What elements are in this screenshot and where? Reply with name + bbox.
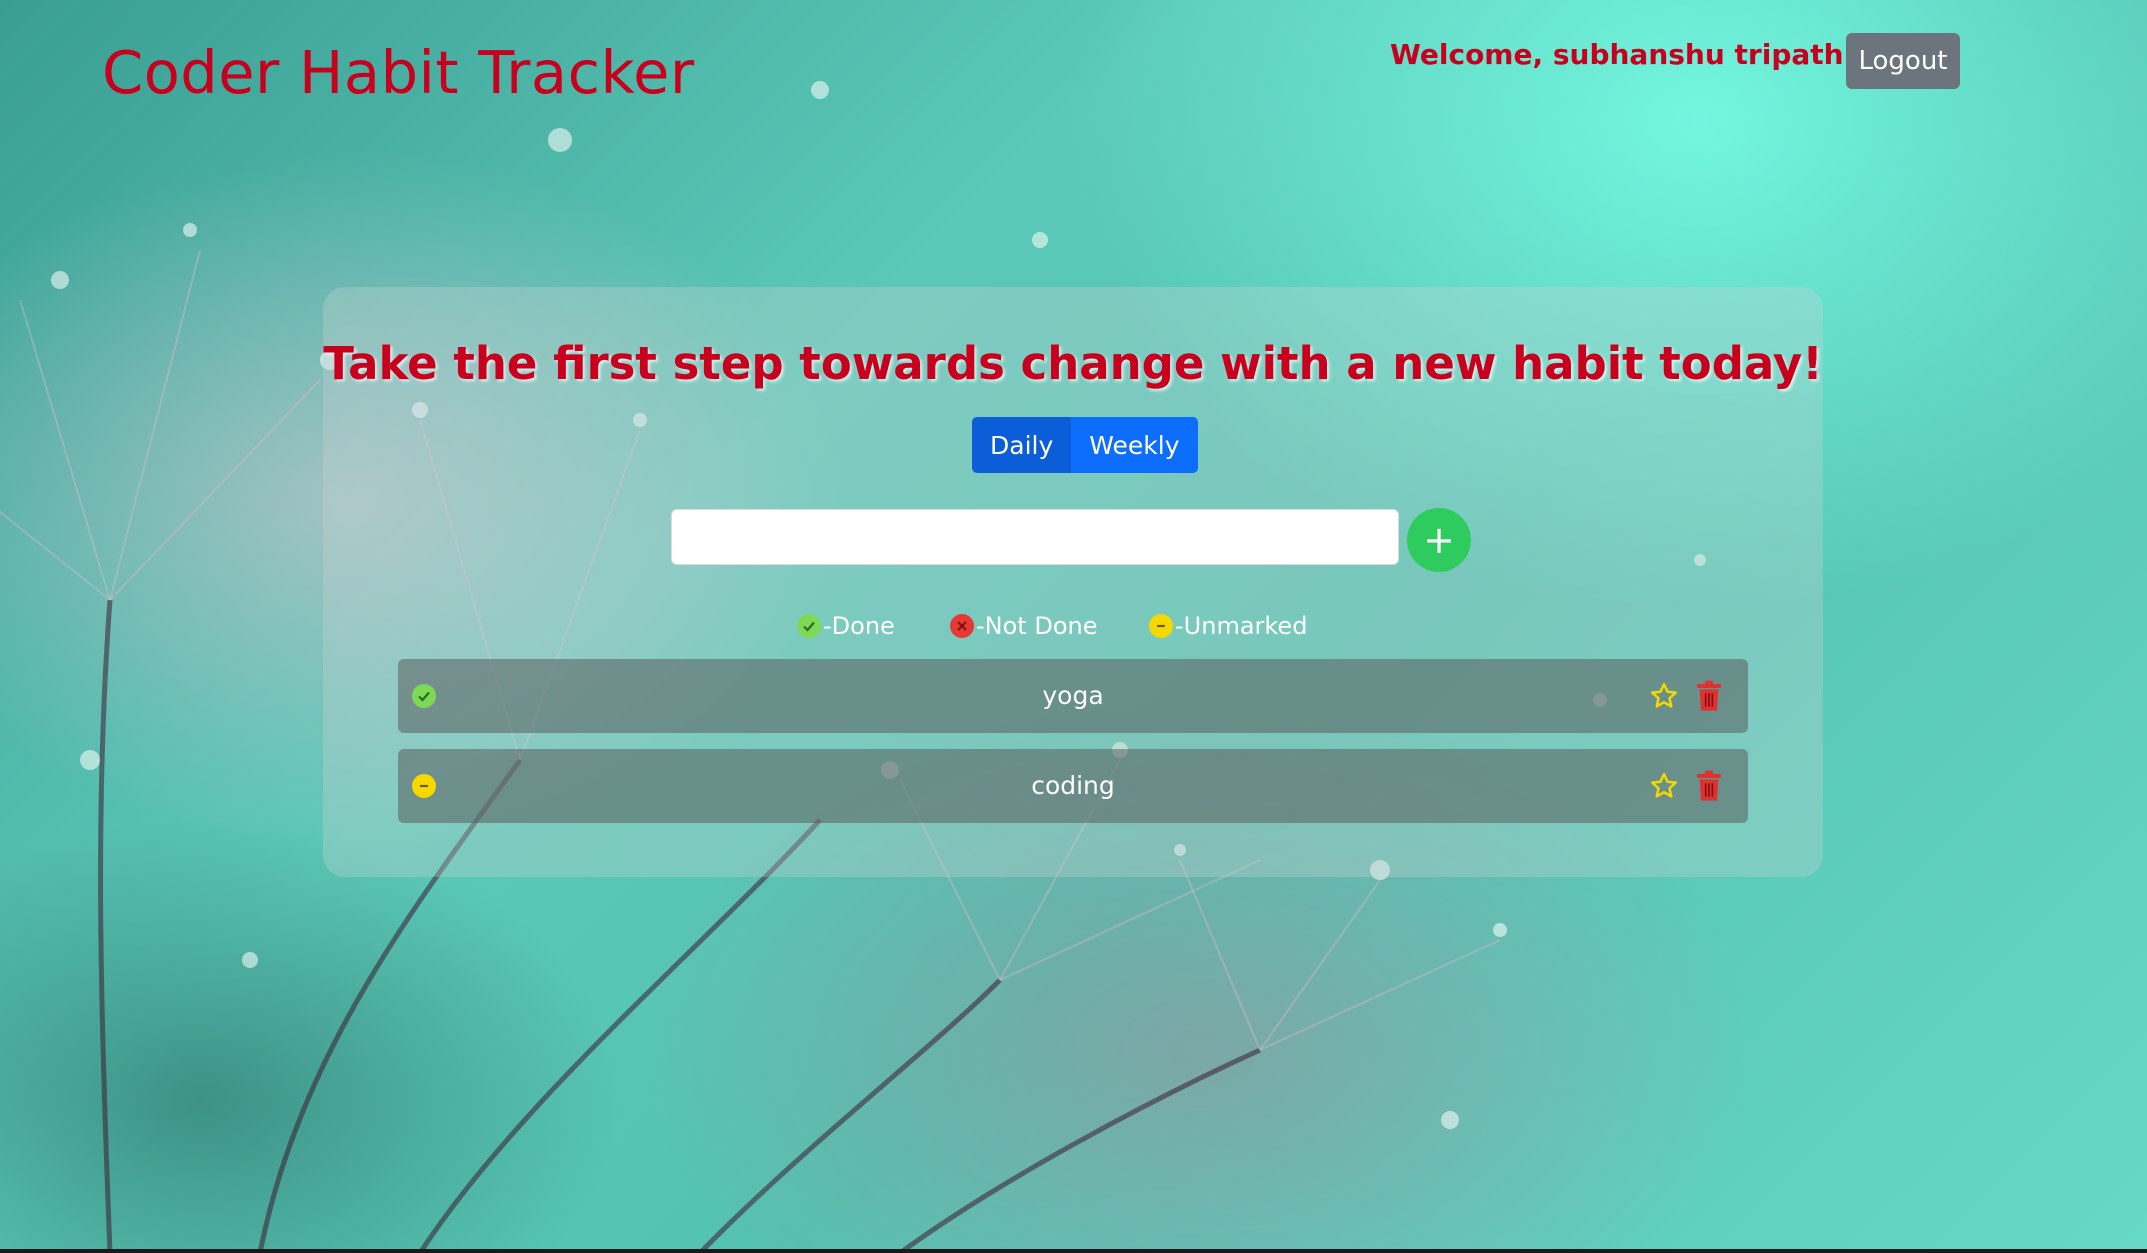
tab-daily[interactable]: Daily (972, 417, 1072, 473)
frequency-toggle: Daily Weekly (972, 417, 1198, 473)
star-icon[interactable] (1649, 681, 1679, 711)
app-title: Coder Habit Tracker (102, 38, 695, 107)
habit-panel: Take the first step towards change with … (323, 287, 1823, 877)
legend-not-done-label: -Not Done (976, 612, 1098, 640)
tab-weekly[interactable]: Weekly (1071, 417, 1198, 473)
trash-icon[interactable] (1695, 770, 1723, 802)
habit-row: coding (398, 749, 1748, 823)
habit-row: yoga (398, 659, 1748, 733)
habit-name-input[interactable] (671, 509, 1399, 565)
window-bottom-edge (0, 1249, 2147, 1253)
legend-done-label: -Done (823, 612, 895, 640)
star-icon[interactable] (1649, 771, 1679, 801)
legend-unmarked: -Unmarked (1149, 612, 1307, 640)
dash-circle-icon[interactable] (412, 774, 436, 798)
dash-circle-icon (1149, 614, 1173, 638)
logout-button[interactable]: Logout (1846, 33, 1960, 89)
check-circle-icon (797, 614, 821, 638)
add-habit-button[interactable]: + (1407, 508, 1471, 572)
plus-icon: + (1423, 518, 1455, 562)
status-legend: -Done -Not Done -Unmarked (323, 612, 1823, 642)
habit-name: yoga (1042, 681, 1104, 710)
legend-unmarked-label: -Unmarked (1175, 612, 1308, 640)
check-circle-icon[interactable] (412, 684, 436, 708)
habit-name: coding (1031, 771, 1115, 800)
legend-not-done: -Not Done (950, 612, 1097, 640)
page-headline: Take the first step towards change with … (323, 337, 1823, 390)
legend-done: -Done (797, 612, 895, 640)
trash-icon[interactable] (1695, 680, 1723, 712)
x-circle-icon (950, 614, 974, 638)
welcome-message: Welcome, subhanshu tripathi (1390, 38, 1854, 71)
